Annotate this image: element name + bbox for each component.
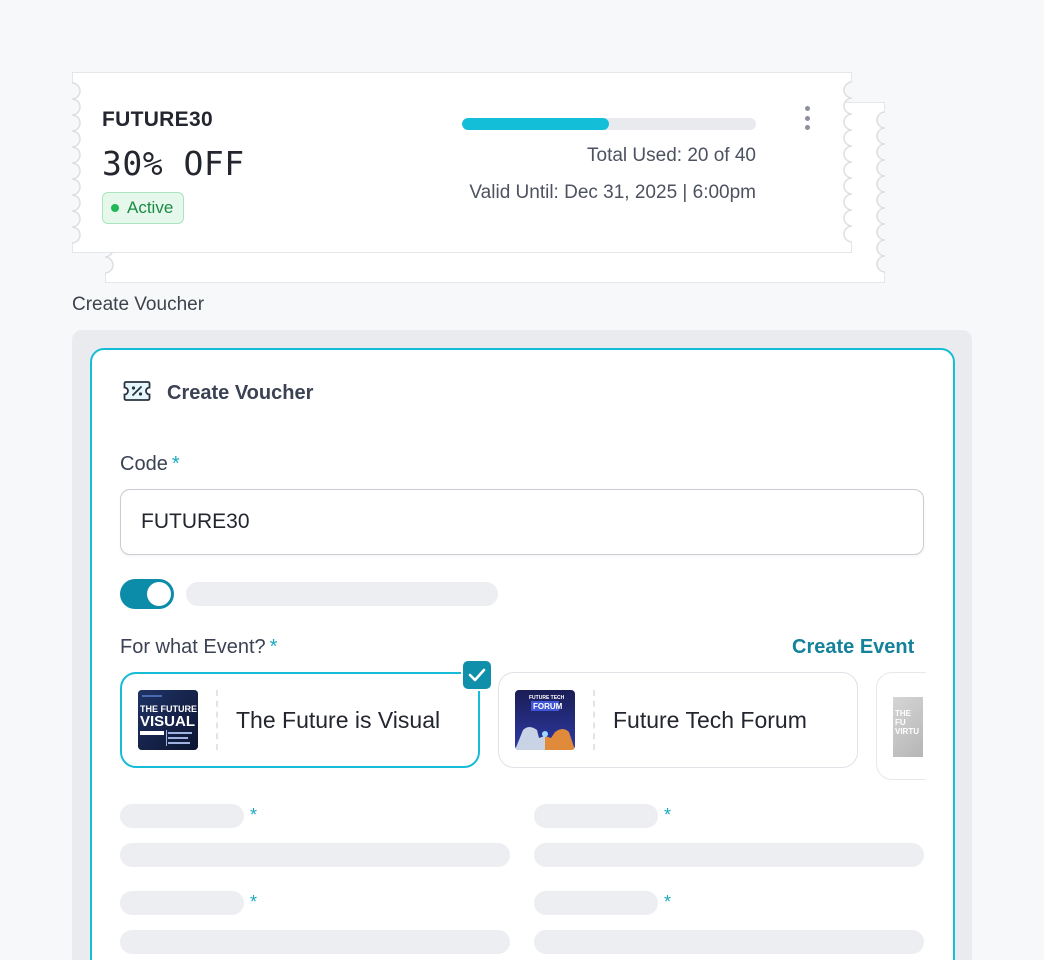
create-event-link[interactable]: Create Event xyxy=(792,636,914,659)
event-name: Future Tech Forum xyxy=(613,706,807,733)
required-mark: * xyxy=(664,805,672,825)
event-card-future-is-visual[interactable]: THE FUTURE IS VISUAL The Future is Visua… xyxy=(120,672,480,768)
event-thumbnail: THE FUTURE IS VISUAL xyxy=(138,690,198,750)
event-label: For what Event? * xyxy=(120,636,278,658)
required-mark: * xyxy=(250,892,258,912)
required-mark: * xyxy=(250,805,258,825)
skeleton-input xyxy=(534,843,924,867)
skeleton-label xyxy=(120,804,244,828)
event-thumbnail: FUTURE TECH FORUM xyxy=(515,690,575,750)
check-icon xyxy=(461,659,493,691)
event-name: The Future is Visual xyxy=(236,706,441,733)
valid-until-text: Valid Until: Dec 31, 2025 | 6:00pm xyxy=(469,182,756,203)
card-header: Create Voucher xyxy=(123,380,313,407)
skeleton-input xyxy=(120,843,510,867)
event-thumbnail: THE FU VIRTU xyxy=(893,697,923,757)
voucher-code: FUTURE30 xyxy=(102,108,213,131)
skeleton-label xyxy=(120,891,244,915)
usage-progress-bar xyxy=(462,118,756,130)
status-badge: Active xyxy=(102,192,185,224)
voucher-discount: 30% OFF xyxy=(102,144,245,183)
svg-text:FUTURE TECH: FUTURE TECH xyxy=(529,695,565,701)
card-title: Create Voucher xyxy=(167,382,314,404)
section-label: Create Voucher xyxy=(72,294,205,315)
code-input[interactable] xyxy=(120,489,924,555)
ticket-percent-icon xyxy=(123,380,151,407)
svg-text:VISUAL: VISUAL xyxy=(140,713,195,730)
skeleton-label xyxy=(534,804,658,828)
code-label: Code * xyxy=(120,453,180,475)
event-card-partial[interactable]: THE FU VIRTU xyxy=(876,672,926,780)
status-dot-icon xyxy=(111,204,119,212)
required-mark: * xyxy=(664,892,672,912)
toggle-switch[interactable] xyxy=(120,579,174,609)
skeleton-input xyxy=(120,930,510,954)
event-card-future-tech-forum[interactable]: FUTURE TECH FORUM Future Tech Forum xyxy=(498,672,858,768)
skeleton-input xyxy=(534,930,924,954)
skeleton-line xyxy=(186,582,498,606)
usage-progress-fill xyxy=(462,118,609,130)
status-text: Active xyxy=(127,198,174,217)
more-vertical-icon[interactable] xyxy=(797,104,817,132)
skeleton-label xyxy=(534,891,658,915)
svg-text:FORUM: FORUM xyxy=(533,702,563,711)
total-used-text: Total Used: 20 of 40 xyxy=(587,145,756,166)
